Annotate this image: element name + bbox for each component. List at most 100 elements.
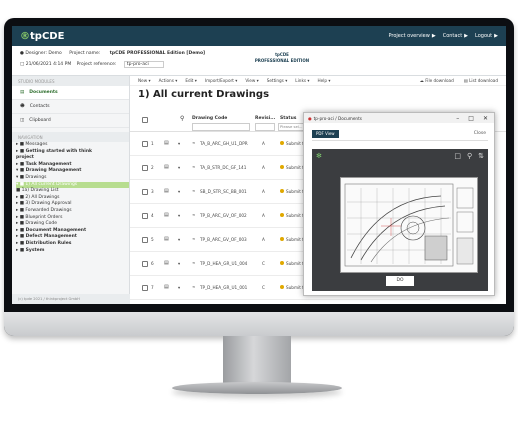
file-download-button[interactable]: ☁ File download (420, 78, 454, 83)
sidebar-header-modules: STUDIO MODULES (12, 76, 129, 86)
col-header-drawing-code[interactable]: Drawing Code (192, 116, 227, 121)
drawing-code-cell[interactable]: TP_B_ARC_GV_OF_002 (200, 213, 247, 218)
search-icon[interactable]: ⚲ (180, 115, 184, 122)
tree-item[interactable]: ▾ ■ Drawing Management (16, 168, 129, 175)
screen: ®tpCDE Project overview ▶ Contact ▶ Logout… (12, 26, 506, 304)
tree-item[interactable]: ▸ ■ Forwarded Drawings (16, 208, 129, 215)
link-icon[interactable]: ∞ (192, 260, 196, 265)
row-number: 3 (151, 189, 154, 194)
app-logo[interactable]: ®tpCDE (12, 31, 64, 42)
tree-item[interactable]: ▸ ■ Defect Management (16, 234, 129, 241)
menu-view[interactable]: View ▾ (245, 78, 258, 83)
window-controls: – □ ✕ (456, 115, 494, 122)
sidebar-item-contacts[interactable]: ☻ Contacts (12, 100, 129, 114)
maximize-button[interactable]: □ (468, 115, 474, 122)
menu-edit[interactable]: Edit ▾ (185, 78, 197, 83)
row-checkbox[interactable] (142, 237, 148, 243)
sidebar-item-label: Contacts (29, 104, 50, 109)
drawing-preview[interactable] (340, 177, 478, 273)
row-checkbox[interactable] (142, 141, 148, 147)
sidebar-item-clipboard[interactable]: ◫ Clipboard (12, 114, 129, 128)
sidebar-item-documents[interactable]: ▤ Documents (12, 86, 129, 100)
menu-settings[interactable]: Settings ▾ (267, 78, 288, 83)
link-icon[interactable]: ∞ (192, 164, 196, 169)
menu-help[interactable]: Help ▾ (318, 78, 331, 83)
drawing-code-cell[interactable]: TP_B_ARC_GV_OF_003 (200, 237, 247, 242)
link-icon[interactable]: ∞ (192, 284, 196, 289)
drawing-code-cell[interactable]: SB_D_STR_SC_BB_001 (200, 189, 247, 194)
row-menu-chevron-icon[interactable]: ▾ (178, 165, 180, 170)
row-menu-chevron-icon[interactable]: ▾ (178, 189, 180, 194)
col-header-revision[interactable]: Revisi... (255, 116, 275, 121)
menu-new[interactable]: New ▾ (138, 78, 151, 83)
monitor: ®tpCDE Project overview ▶ Contact ▶ Logout… (4, 18, 514, 336)
page-icon[interactable]: □ (454, 152, 461, 160)
popup-close-button[interactable]: Close (474, 131, 486, 136)
download-button[interactable]: DO (386, 276, 414, 286)
project-reference-select[interactable]: tp-pro-aci (123, 61, 164, 68)
select-all-checkbox[interactable] (142, 117, 148, 123)
link-icon[interactable]: ∞ (192, 236, 196, 241)
tree-item[interactable]: ■ 1a) Drawing List (16, 188, 129, 195)
tree-item[interactable]: ▸ ■ Distribution Rules (16, 241, 129, 248)
tree-item[interactable]: ▾ ■ Drawings (16, 175, 129, 182)
row-checkbox[interactable] (142, 213, 148, 219)
app-top-bar: ®tpCDE Project overview ▶ Contact ▶ Logout… (12, 26, 506, 46)
menu-import-export[interactable]: Import/Export ▾ (205, 78, 237, 83)
menu-actions[interactable]: Actions ▾ (159, 78, 178, 83)
tree-item[interactable]: ▸ ■ Messages (16, 142, 129, 149)
filter-drawing-code-input[interactable] (192, 123, 250, 131)
link-icon[interactable]: ∞ (192, 140, 196, 145)
document-row-icon[interactable]: ▤ (164, 236, 169, 242)
row-menu-chevron-icon[interactable]: ▾ (178, 213, 180, 218)
document-row-icon[interactable]: ▤ (164, 212, 169, 218)
popup-divider (312, 140, 488, 141)
sidebar-item-label: Documents (29, 90, 58, 95)
filter-revision-input[interactable] (255, 123, 275, 131)
link-icon[interactable]: ∞ (192, 212, 196, 217)
row-checkbox[interactable] (142, 285, 148, 291)
arrow-right-icon: ▶ (464, 33, 469, 39)
row-menu-chevron-icon[interactable]: ▾ (178, 141, 180, 146)
filter-icon[interactable]: ⇅ (478, 152, 484, 160)
link-icon[interactable]: ∞ (192, 188, 196, 193)
row-checkbox[interactable] (142, 261, 148, 267)
row-menu-chevron-icon[interactable]: ▾ (178, 285, 180, 290)
row-checkbox[interactable] (142, 189, 148, 195)
tree-item[interactable]: project (16, 155, 129, 162)
drawing-code-cell[interactable]: TA_B_STR_DC_GF_141 (200, 165, 246, 170)
row-number: 6 (151, 261, 154, 266)
pdf-viewer-canvas: ✻ □ ⚲ ⇅ DO (312, 149, 488, 291)
tab-pdf-view[interactable]: PDF View (312, 130, 339, 138)
minimize-button[interactable]: – (456, 115, 459, 122)
drawing-code-cell[interactable]: TP_D_HEA_GR_U1_004 (200, 261, 247, 266)
row-menu-chevron-icon[interactable]: ▾ (178, 237, 180, 242)
designer-row: ● Designer: Demo Project name: tpCDE PRO… (20, 51, 205, 56)
nav-project-overview[interactable]: Project overview ▶ (388, 33, 435, 39)
drawing-code-cell[interactable]: TA_B_ARC_GH_U1_DPR (200, 141, 248, 146)
tree-item[interactable]: ▸ ■ System (16, 248, 129, 255)
menu-links[interactable]: Links ▾ (295, 78, 309, 83)
row-menu-chevron-icon[interactable]: ▾ (178, 261, 180, 266)
document-row-icon[interactable]: ▤ (164, 188, 169, 194)
col-header-status[interactable]: Status (280, 116, 296, 121)
nav-logout[interactable]: Logout ▶ (475, 33, 498, 39)
browser-favicon-icon: ● (308, 115, 312, 121)
document-row-icon[interactable]: ▤ (164, 140, 169, 146)
row-checkbox[interactable] (142, 165, 148, 171)
drawing-code-cell[interactable]: TP_D_HEA_GR_U1_001 (200, 285, 247, 290)
date-text: 21/06/2021 4:14 PM (25, 62, 72, 67)
tree-item[interactable]: ▸ ■ 3) Drawing Approval (16, 201, 129, 208)
tree-item[interactable]: ▸ ■ Drawing Code (16, 221, 129, 228)
filter-status-select[interactable]: Please sel... (278, 123, 306, 131)
close-window-button[interactable]: ✕ (483, 115, 488, 122)
clipboard-icon: ◫ (20, 118, 25, 123)
list-download-button[interactable]: ▤ List download (464, 78, 498, 83)
date-row: □ 21/06/2021 4:14 PM Project reference: … (20, 61, 164, 68)
document-row-icon[interactable]: ▤ (164, 164, 169, 170)
sidebar-footer: (c) tpde 2021 / thinkproject GmbH (12, 294, 130, 304)
document-row-icon[interactable]: ▤ (164, 260, 169, 266)
nav-contact[interactable]: Contact ▶ (443, 33, 468, 39)
zoom-icon[interactable]: ⚲ (467, 152, 472, 160)
document-row-icon[interactable]: ▤ (164, 284, 169, 290)
